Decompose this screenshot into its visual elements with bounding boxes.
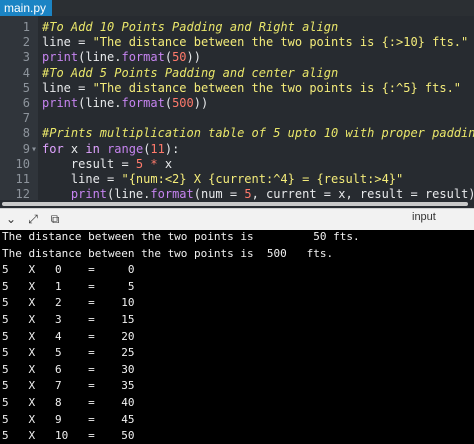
code-line[interactable]: 11 line = "{num:<2} X {current:^4} = {re… [0,172,474,187]
code-text: #To Add 5 Points Padding and center alig… [42,66,338,81]
console-toolbar: ⌄ ⤢ ⧉ input [0,208,474,230]
code-token: (line. [78,50,122,65]
output-line: 5 X 2 = 10 [2,296,135,310]
code-line[interactable]: 9 ▾ for x in range(11): [0,142,474,157]
output-line: 5 X 0 = 0 [2,263,135,277]
code-token: #To Add 10 Points Padding and Right alig… [42,20,339,34]
code-token: x [157,156,173,171]
code-text: #Prints multiplication table of 5 upto 1… [42,126,474,141]
code-token: (line. [78,96,122,110]
code-token: in [85,141,100,156]
code-token: * [150,156,158,171]
code-token: format [121,50,165,65]
line-number: 9 [22,141,30,156]
code-token: print [42,50,79,65]
code-token: for [42,141,64,156]
line-number: 3 [22,50,30,65]
code-line[interactable]: 10 result = 5 * x [0,157,474,172]
output-line: The distance between the two points is 5… [2,246,334,260]
scrollbar-thumb[interactable] [2,202,468,206]
output-line: 5 X 7 = 35 [2,379,135,393]
output-line: 5 X 6 = 30 [2,362,135,376]
code-line[interactable]: 2 line = "The distance between the two po… [0,35,474,50]
line-number: 6 [22,96,30,110]
console-output: The distance between the two points is 5… [0,230,474,442]
code-text: line = "{num:<2} X {current:^4} = {resul… [42,172,403,187]
line-number: 7 [22,111,30,126]
line-number: 5 [22,80,30,95]
code-editor[interactable]: 1 #To Add 10 Points Padding and Right ali… [0,16,474,208]
code-token: line = [42,35,93,50]
output-line: 5 X 8 = 40 [2,396,135,409]
code-token: result = [42,156,136,171]
output-line: The distance between the two points is 5… [2,230,360,243]
code-token: 500 [172,96,194,110]
line-number: 1 [22,20,30,34]
code-line[interactable]: 7 [0,111,474,126]
code-token: print [42,96,79,110]
code-token: #To Add 5 Points Padding and center alig… [42,65,339,80]
code-token: "The distance between the two points is … [92,80,462,95]
expand-icon[interactable]: ⤢ [26,212,40,226]
code-text: line = "The distance between the two poi… [42,81,461,96]
code-token: ( [164,96,173,110]
input-label[interactable]: input [412,211,436,223]
output-line: 5 X 5 = 25 [2,346,135,360]
code-token: x [63,141,86,156]
code-token: line = [42,172,122,186]
code-text: print(line.format(500)) [42,96,208,111]
line-number: 8 [22,126,30,141]
code-token: "The distance between the two points is … [92,35,469,50]
code-line[interactable]: 4 #To Add 5 Points Padding and center ali… [0,66,474,81]
line-number: 11 [15,172,30,186]
code-text: for x in range(11): [42,142,179,157]
copy-icon[interactable]: ⧉ [48,212,62,226]
output-line: 5 X 1 = 5 [2,279,135,293]
code-line[interactable]: 5 line = "The distance between the two po… [0,81,474,96]
tab-main-py[interactable]: main.py [0,0,52,16]
code-text: print(line.format(50)) [42,50,201,65]
code-token: range [107,141,144,156]
line-number: 10 [15,156,30,171]
code-token: format [121,96,165,110]
code-token: line = [42,80,93,95]
output-line: 5 X 10 = 50 [2,429,135,443]
output-line: 5 X 4 = 20 [2,329,135,343]
line-number: 2 [22,35,30,50]
code-text: result = 5 * x [42,157,172,172]
line-number: 4 [22,65,30,80]
output-line: 5 X 9 = 45 [2,412,135,426]
code-text: #To Add 10 Points Padding and Right alig… [42,20,338,35]
code-token: )) [193,96,209,110]
code-token: ( [164,50,173,65]
chevron-down-icon[interactable]: ⌄ [4,212,18,226]
code-line[interactable]: 3 print(line.format(50)) [0,50,474,65]
code-token: )) [186,50,201,65]
output-line: 5 X 3 = 15 [2,313,135,326]
code-token: "{num:<2} X {current:^4} = {result:>4}" [121,172,404,186]
code-token: 11 [150,141,165,156]
code-text: line = "The distance between the two poi… [42,35,468,50]
fold-arrow-icon[interactable]: ▾ [31,142,37,157]
tab-bar: main.py [0,0,474,16]
code-token: ): [164,141,180,156]
code-token: #Prints multiplication table of 5 upto 1… [42,126,474,141]
code-line[interactable]: 6 print(line.format(500)) [0,96,474,111]
code-token: 50 [172,50,187,65]
code-line[interactable]: 8 #Prints multiplication table of 5 upto … [0,126,474,141]
code-line[interactable]: 1 #To Add 10 Points Padding and Right ali… [0,20,474,35]
